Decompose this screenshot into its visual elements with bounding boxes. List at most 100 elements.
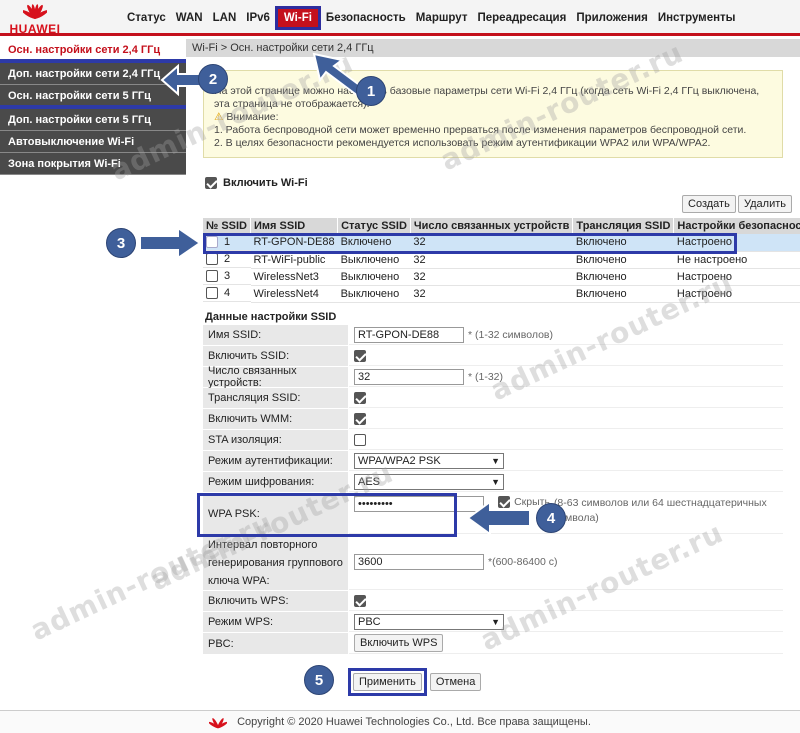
nav-status[interactable]: Статус bbox=[122, 6, 171, 30]
row-checkbox[interactable] bbox=[206, 236, 218, 248]
delete-button[interactable]: Удалить bbox=[738, 195, 792, 213]
row-devices: 32 bbox=[410, 285, 573, 303]
notice-attention: Внимание: bbox=[226, 111, 279, 123]
psk-hint: (8-63 символов или 64 шестнадцатеричных … bbox=[553, 497, 767, 524]
create-button[interactable]: Создать bbox=[682, 195, 736, 213]
sidebar-item-advanced-24[interactable]: Доп. настройки сети 2,4 ГГц bbox=[0, 63, 186, 85]
cancel-button[interactable]: Отмена bbox=[429, 673, 482, 691]
row-name: WirelessNet3 bbox=[250, 268, 338, 286]
row-security: Настроено bbox=[673, 285, 800, 303]
nav-security[interactable]: Безопасность bbox=[321, 6, 411, 30]
form-row-wps-mode: Режим WPS: PBC ▼ bbox=[203, 612, 783, 633]
ssid-form: Имя SSID: RT-GPON-DE88 * (1-32 символов)… bbox=[203, 325, 783, 655]
nav-tools[interactable]: Инструменты bbox=[653, 6, 741, 30]
wps-mode-label: Режим WPS: bbox=[203, 612, 349, 632]
nav-wan[interactable]: WAN bbox=[171, 6, 208, 30]
enable-ssid-label: Включить SSID: bbox=[203, 346, 349, 366]
row-checkbox[interactable] bbox=[206, 253, 218, 265]
nav-forwarding[interactable]: Переадресация bbox=[472, 6, 571, 30]
row-num: 4 bbox=[224, 287, 231, 299]
enc-select[interactable]: AES ▼ bbox=[354, 473, 504, 490]
row-status: Выключено bbox=[337, 251, 411, 269]
section-title: Данные настройки SSID bbox=[205, 311, 337, 323]
row-checkbox[interactable] bbox=[206, 287, 218, 299]
form-actions: Применить Отмена bbox=[348, 668, 482, 696]
annotation-3: 3 bbox=[106, 228, 136, 258]
chevron-down-icon: ▼ bbox=[491, 616, 500, 627]
nav-ipv6[interactable]: IPv6 bbox=[241, 6, 275, 30]
notice-item-2: 2. В целях безопасности рекомендуется ис… bbox=[214, 137, 711, 149]
row-security: Не настроено bbox=[673, 251, 800, 269]
nav-wifi[interactable]: Wi-Fi bbox=[274, 6, 321, 30]
nav-route[interactable]: Маршрут bbox=[411, 6, 473, 30]
row-status: Включено bbox=[337, 234, 411, 252]
ssid-name-label: Имя SSID: bbox=[203, 325, 349, 345]
rekey-input[interactable]: 3600 bbox=[354, 554, 484, 570]
breadcrumb: Wi-Fi > Осн. настройки сети 2,4 ГГц bbox=[186, 39, 800, 57]
row-name: RT-WiFi-public bbox=[250, 251, 338, 269]
huawei-flower-icon bbox=[23, 4, 47, 19]
info-notice: На этой странице можно настроить базовые… bbox=[203, 70, 783, 158]
apply-highlight: Применить bbox=[348, 668, 427, 696]
sta-checkbox[interactable] bbox=[354, 433, 366, 446]
enc-label: Режим шифрования: bbox=[203, 472, 349, 492]
table-row[interactable]: 4 WirelessNet4 Выключено 32 Включено Нас… bbox=[203, 285, 800, 303]
table-row[interactable]: 3 WirelessNet3 Выключено 32 Включено Нас… bbox=[203, 268, 800, 286]
chevron-down-icon: ▼ bbox=[491, 455, 500, 466]
wmm-checkbox[interactable] bbox=[354, 412, 366, 425]
row-status: Выключено bbox=[337, 268, 411, 286]
table-row[interactable]: 2 RT-WiFi-public Выключено 32 Включено Н… bbox=[203, 251, 800, 269]
col-ssid-status: Статус SSID bbox=[337, 218, 411, 234]
col-security: Настройки безопасности bbox=[673, 218, 800, 234]
form-row-wps-enable: Включить WPS: bbox=[203, 591, 783, 612]
enable-wifi-checkbox[interactable] bbox=[205, 177, 217, 189]
enc-value: AES bbox=[358, 475, 381, 488]
sidebar-item-basic-24[interactable]: Осн. настройки сети 2,4 ГГц bbox=[0, 39, 186, 63]
form-row-ssid-name: Имя SSID: RT-GPON-DE88 * (1-32 символов) bbox=[203, 325, 783, 346]
row-devices: 32 bbox=[410, 251, 573, 269]
auth-select[interactable]: WPA/WPA2 PSK ▼ bbox=[354, 452, 504, 469]
notice-item-1: 1. Работа беспроводной сети может времен… bbox=[214, 124, 747, 136]
form-row-enc: Режим шифрования: AES ▼ bbox=[203, 472, 783, 493]
devices-hint: * (1-32) bbox=[468, 370, 504, 383]
hide-psk-checkbox[interactable] bbox=[498, 496, 511, 508]
nav-lan[interactable]: LAN bbox=[208, 6, 242, 30]
annotation-4: 4 bbox=[536, 503, 566, 533]
sta-label: STA изоляция: bbox=[203, 430, 349, 450]
sidebar-item-auto-off[interactable]: Автовыключение Wi-Fi bbox=[0, 131, 186, 153]
ssid-name-input[interactable]: RT-GPON-DE88 bbox=[354, 326, 464, 343]
wps-enable-label: Включить WPS: bbox=[203, 591, 349, 611]
nav-applications[interactable]: Приложения bbox=[571, 6, 653, 30]
row-status: Выключено bbox=[337, 285, 411, 303]
row-security: Настроено bbox=[673, 234, 800, 252]
sidebar-item-basic-5[interactable]: Осн. настройки сети 5 ГГц bbox=[0, 85, 186, 109]
sidebar-item-advanced-5[interactable]: Доп. настройки сети 5 ГГц bbox=[0, 109, 186, 131]
row-broadcast: Включено bbox=[572, 234, 674, 252]
wps-mode-value: PBC bbox=[358, 615, 381, 628]
enable-wps-button[interactable]: Включить WPS bbox=[354, 634, 444, 652]
col-devices: Число связанных устройств bbox=[410, 218, 574, 234]
table-row[interactable]: 1 RT-GPON-DE88 Включено 32 Включено Наст… bbox=[203, 234, 800, 252]
top-bar: HUAWEI Статус WAN LAN IPv6 Wi-Fi Безопас… bbox=[0, 0, 800, 36]
wps-mode-select[interactable]: PBC ▼ bbox=[354, 613, 504, 630]
ssid-name-hint: * (1-32 символов) bbox=[468, 328, 553, 341]
broadcast-checkbox[interactable] bbox=[354, 391, 366, 404]
row-broadcast: Включено bbox=[572, 251, 674, 269]
apply-button[interactable]: Применить bbox=[353, 673, 422, 691]
devices-input[interactable]: 32 bbox=[354, 368, 464, 385]
huawei-logo: HUAWEI bbox=[6, 2, 64, 36]
annotation-1: 1 bbox=[356, 76, 386, 106]
sidebar-item-coverage[interactable]: Зона покрытия Wi-Fi bbox=[0, 153, 186, 175]
rekey-label: Интервал повторного генерирования группо… bbox=[203, 535, 349, 590]
psk-input[interactable]: ••••••••• bbox=[354, 496, 485, 512]
form-row-broadcast: Трансляция SSID: bbox=[203, 388, 783, 409]
huawei-flower-icon bbox=[209, 717, 228, 728]
psk-label: WPA PSK: bbox=[203, 493, 349, 534]
row-name: RT-GPON-DE88 bbox=[250, 234, 338, 252]
wmm-label: Включить WMM: bbox=[203, 409, 349, 429]
row-checkbox[interactable] bbox=[206, 270, 218, 282]
wps-enable-checkbox[interactable] bbox=[354, 594, 366, 607]
enable-ssid-checkbox[interactable] bbox=[354, 349, 366, 362]
row-name: WirelessNet4 bbox=[250, 285, 338, 303]
form-row-wmm: Включить WMM: bbox=[203, 409, 783, 430]
